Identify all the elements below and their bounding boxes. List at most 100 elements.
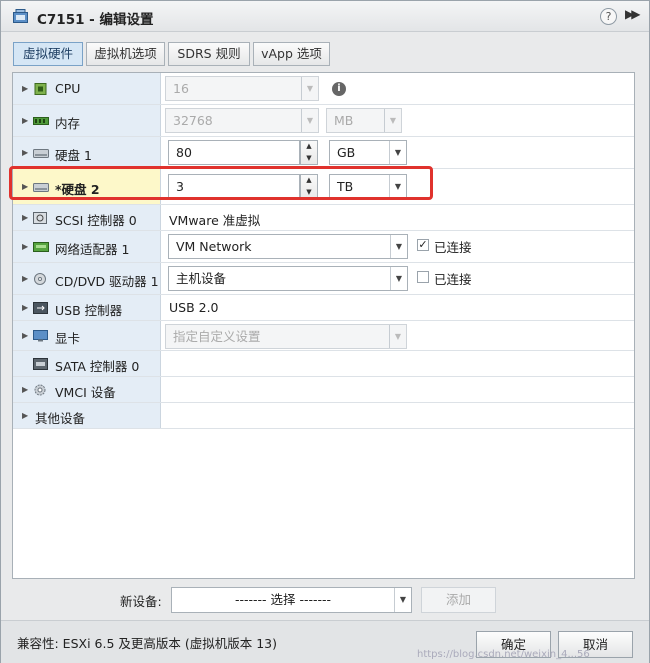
cpu-count-select[interactable]: 16 ▼ [165,76,319,101]
network-connected-label: 已连接 [434,240,472,255]
network-select[interactable]: VM Network ▼ [168,234,408,259]
row-label-cell: ▶ USB 控制器 [13,295,161,320]
disk-1-size-value: 80 [176,145,192,160]
chevron-down-icon: ▼ [390,267,407,290]
expand-arrow-icon[interactable]: ▶ [22,148,28,157]
tab-vm-options[interactable]: 虚拟机选项 [86,42,165,66]
expand-arrow-icon[interactable]: ▶ [22,213,28,222]
highlight-box [9,166,433,200]
row-label: CPU [55,81,81,96]
hard-disk-icon [33,149,49,158]
row-vmci-device: ▶ VMCI 设备 [13,377,634,403]
disk-1-unit-value: GB [337,145,356,160]
row-label: SCSI 控制器 0 [55,213,137,228]
cd-dvd-icon [34,273,46,285]
tab-virtual-hardware[interactable]: 虚拟硬件 [13,42,83,66]
memory-unit-select[interactable]: MB ▼ [326,108,402,133]
row-label-cell: ▶ 内存 [13,105,161,136]
memory-icon [33,117,49,125]
row-disk-1: ▶ 硬盘 1 80 ▲ ▼ GB ▼ [13,137,634,169]
row-label-cell: ▶ 显卡 [13,321,161,350]
row-label: 内存 [55,116,81,131]
chevron-down-icon: ▼ [390,235,407,258]
row-cd-dvd-drive: ▶ CD/DVD 驱动器 1 主机设备 ▼ 已连接 [13,263,634,295]
row-label-cell: ▶ 硬盘 1 [13,137,161,168]
memory-size-input[interactable]: 32768 ▼ [165,108,319,133]
cpu-count-value: 16 [173,81,189,96]
stepper-up-icon[interactable]: ▲ [301,141,317,152]
new-device-value: ------- 选择 ------- [234,592,332,607]
vmci-gear-icon [34,384,46,396]
network-value: VM Network [176,239,252,254]
tab-vapp-options[interactable]: vApp 选项 [253,42,330,66]
row-label: 其他设备 [35,411,86,426]
chevron-down-icon: ▼ [301,109,318,132]
expand-arrow-icon[interactable]: ▶ [22,411,28,420]
tab-sdrs-rules[interactable]: SDRS 规则 [168,42,250,66]
row-label-cell: ▶ CPU [13,73,161,104]
row-label-cell: ▶ VMCI 设备 [13,377,161,402]
info-icon[interactable]: i [332,82,346,96]
row-scsi-controller: ▶ SCSI 控制器 0 VMware 准虚拟 [13,205,634,231]
row-usb-controller: ▶ USB 控制器 USB 2.0 [13,295,634,321]
expand-icon[interactable]: ▶▶ [625,7,641,21]
sata-controller-icon [33,358,48,370]
disk-1-size-stepper[interactable]: ▲ ▼ [300,140,318,165]
network-connected-checkbox[interactable]: ✓ [417,239,429,251]
edit-settings-dialog: C7151 - 编辑设置 ? ▶▶ 虚拟硬件 虚拟机选项 SDRS 规则 vAp… [0,0,650,663]
scsi-type-value: VMware 准虚拟 [169,213,261,228]
new-device-select[interactable]: ------- 选择 ------- ▼ [171,587,412,613]
expand-arrow-icon[interactable]: ▶ [22,303,28,312]
memory-unit-value: MB [334,113,354,128]
row-video-card: ▶ 显卡 指定自定义设置 ▼ [13,321,634,351]
video-card-select[interactable]: 指定自定义设置 ▼ [165,324,407,349]
add-device-button[interactable]: 添加 [421,587,496,613]
video-card-icon [33,330,48,342]
row-network-adapter: ▶ 网络适配器 1 VM Network ▼ ✓ 已连接 [13,231,634,263]
row-label: VMCI 设备 [55,385,116,400]
expand-arrow-icon[interactable]: ▶ [22,331,28,340]
row-sata-controller: SATA 控制器 0 [13,351,634,377]
row-label-cell: ▶ SCSI 控制器 0 [13,205,161,230]
video-card-value: 指定自定义设置 [173,329,261,344]
expand-arrow-icon[interactable]: ▶ [22,242,28,251]
row-label: 硬盘 1 [55,148,92,163]
usb-version-value: USB 2.0 [169,300,219,315]
disk-1-size-input[interactable]: 80 [168,140,300,165]
title-bar: C7151 - 编辑设置 ? ▶▶ [1,1,649,32]
row-label-cell: SATA 控制器 0 [13,351,161,376]
row-label: 网络适配器 1 [55,242,130,257]
expand-arrow-icon[interactable]: ▶ [22,116,28,125]
stepper-down-icon[interactable]: ▼ [301,153,317,164]
row-label: SATA 控制器 0 [55,359,140,374]
chevron-down-icon: ▼ [384,109,401,132]
compatibility-text: 兼容性: ESXi 6.5 及更高版本 (虚拟机版本 13) [17,636,277,651]
help-button[interactable]: ? [600,8,617,25]
disk-1-unit-select[interactable]: GB ▼ [329,140,407,165]
cd-dvd-connected-checkbox[interactable] [417,271,429,283]
cd-dvd-select[interactable]: 主机设备 ▼ [168,266,408,291]
new-device-label: 新设备: [120,594,162,609]
watermark: https://blog.csdn.net/weixin_4...56 [417,649,590,660]
row-label-cell: ▶ 其他设备 [13,403,161,428]
usb-icon [33,302,48,314]
row-other-devices: ▶ 其他设备 [13,403,634,429]
cpu-icon [34,83,47,95]
chevron-down-icon: ▼ [394,588,411,612]
dialog-title: C7151 - 编辑设置 [37,12,154,28]
chevron-down-icon: ▼ [301,77,318,100]
row-label: CD/DVD 驱动器 1 [55,274,159,289]
expand-arrow-icon[interactable]: ▶ [22,274,28,283]
network-adapter-icon [33,242,49,252]
row-label: USB 控制器 [55,303,123,318]
hardware-list: ▶ CPU 16 ▼ i ▶ 内存 32768 ▼ MB ▼ ▶ 硬盘 1 80… [12,72,635,579]
row-label-cell: ▶ 网络适配器 1 [13,231,161,262]
chevron-down-icon: ▼ [389,325,406,348]
row-memory: ▶ 内存 32768 ▼ MB ▼ [13,105,634,137]
expand-arrow-icon[interactable]: ▶ [22,84,28,93]
row-label: 显卡 [55,331,81,346]
cd-dvd-value: 主机设备 [176,271,227,286]
row-cpu: ▶ CPU 16 ▼ i [13,73,634,105]
cd-dvd-connected-label: 已连接 [434,272,472,287]
expand-arrow-icon[interactable]: ▶ [22,385,28,394]
